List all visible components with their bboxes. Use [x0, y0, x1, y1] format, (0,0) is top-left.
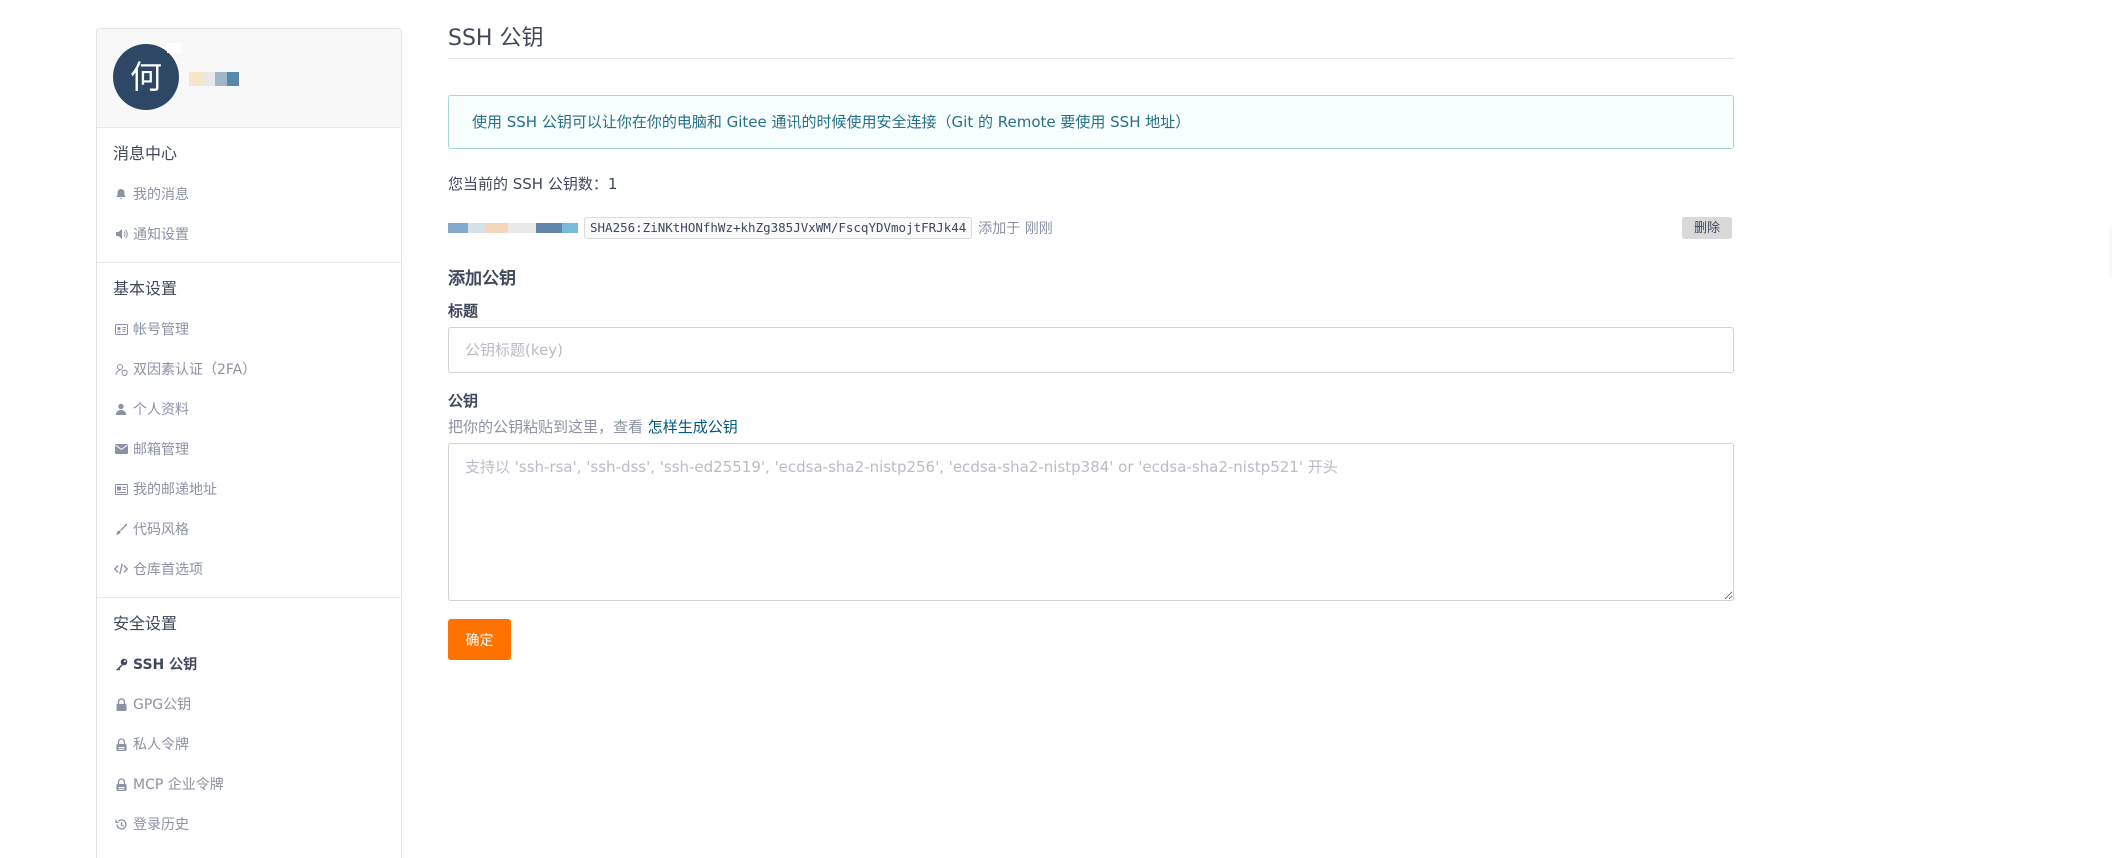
brush-icon: [113, 521, 129, 537]
sidebar-item[interactable]: 私人令牌: [97, 724, 401, 764]
sidebar-section: 消息中心我的消息通知设置: [97, 128, 401, 263]
main-content: SSH 公钥 使用 SSH 公钥可以让你在你的电脑和 Gitee 通讯的时候使用…: [448, 0, 1734, 660]
bell-icon: [113, 186, 129, 202]
ssh-key-row: SHA256:ZiNKtHONfhWz+khZg385JVxWM/FscqYDV…: [448, 215, 1734, 241]
key-title-input[interactable]: [448, 327, 1734, 373]
sidebar-item-label: SSH 公钥: [133, 657, 198, 673]
code-icon: [113, 561, 129, 577]
settings-sidebar: 何 消息中心我的消息通知设置基本设置帐号管理双因素认证（2FA） 个人资料邮箱管理…: [96, 28, 402, 858]
redaction-swatch: [536, 223, 562, 233]
redaction-swatch: [215, 72, 227, 86]
sidebar-item[interactable]: SSH 公钥: [97, 644, 401, 684]
redaction-swatch: [468, 223, 486, 233]
sidebar-item[interactable]: 通知设置: [97, 214, 401, 254]
how-to-generate-key-link[interactable]: 怎样生成公钥: [648, 418, 738, 436]
redaction-swatch: [448, 223, 468, 233]
sidebar-section: 基本设置帐号管理双因素认证（2FA） 个人资料邮箱管理我的邮递地址 代码风格仓库首选…: [97, 263, 401, 598]
redaction-swatch: [508, 223, 536, 233]
redaction-swatch: [562, 223, 578, 233]
public-key-label: 公钥: [448, 392, 479, 410]
sidebar-section: 安全设置 SSH 公钥 GPG公钥私人令牌 MCP 企业令牌 登录历史: [97, 598, 401, 852]
sidebar-item[interactable]: 个人资料: [97, 389, 401, 429]
user-shield-icon: [113, 361, 129, 377]
profile-header: 何: [97, 29, 401, 128]
sidebar-item-label: 双因素认证（2FA）: [133, 362, 257, 378]
sidebar-item[interactable]: 代码风格: [97, 509, 401, 549]
ssh-key-fingerprint: SHA256:ZiNKtHONfhWz+khZg385JVxWM/FscqYDV…: [584, 217, 973, 239]
volume-icon: [113, 226, 129, 242]
ssh-key-added-time: 添加于 刚刚: [978, 221, 1053, 237]
redaction-swatch: [227, 72, 239, 86]
id-card-icon: [113, 321, 129, 337]
avatar-badge: [167, 43, 181, 53]
sidebar-item[interactable]: 我的邮递地址: [97, 469, 401, 509]
sidebar-item-label: 登录历史: [133, 817, 189, 833]
sidebar-item-label: 我的邮递地址: [133, 482, 217, 498]
token-icon: [113, 736, 129, 752]
username[interactable]: [189, 67, 239, 87]
add-key-heading: 添加公钥: [448, 269, 516, 289]
sidebar-section-title: 安全设置: [113, 614, 178, 633]
redaction-swatch: [203, 72, 215, 86]
delete-key-button[interactable]: 删除: [1682, 217, 1732, 239]
sidebar-item-label: 仓库首选项: [133, 562, 203, 578]
sidebar-section-title: 基本设置: [113, 279, 178, 298]
key-count-label: 您当前的 SSH 公钥数：: [448, 175, 608, 193]
sidebar-item[interactable]: 我的消息: [97, 174, 401, 214]
edge-scroll-hint: [2106, 228, 2112, 278]
username-redacted: [189, 69, 239, 87]
sidebar-item[interactable]: GPG公钥: [97, 684, 401, 724]
avatar-letter: 何: [129, 58, 162, 96]
ssh-key-name-redacted: [448, 221, 578, 235]
public-key-textarea[interactable]: [448, 443, 1734, 601]
sidebar-item-label: 帐号管理: [133, 322, 189, 338]
sidebar-item-label: 通知设置: [133, 227, 189, 243]
sidebar-item[interactable]: 邮箱管理: [97, 429, 401, 469]
title-label: 标题: [448, 302, 479, 320]
history-icon: [113, 816, 129, 832]
sidebar-item-label: GPG公钥: [133, 697, 192, 713]
key-count-value: 1: [607, 175, 618, 193]
hint-text: 把你的公钥粘贴到这里，查看: [448, 418, 648, 436]
envelope-icon: [113, 441, 129, 457]
sidebar-section-title: 消息中心: [113, 144, 178, 163]
sidebar-item-label: 私人令牌: [133, 737, 189, 753]
page-title: SSH 公钥: [448, 0, 1734, 59]
key-icon: [113, 656, 129, 672]
sidebar-item-label: 个人资料: [133, 402, 189, 418]
sidebar-item[interactable]: 登录历史: [97, 804, 401, 844]
redaction-swatch: [486, 223, 508, 233]
sidebar-item[interactable]: 仓库首选项: [97, 549, 401, 589]
public-key-hint: 把你的公钥粘贴到这里，查看 怎样生成公钥: [448, 417, 1734, 437]
address-card-icon: [113, 481, 129, 497]
page: 何 消息中心我的消息通知设置基本设置帐号管理双因素认证（2FA） 个人资料邮箱管理…: [0, 0, 2112, 858]
user-icon: [113, 401, 129, 417]
sidebar-item[interactable]: MCP 企业令牌: [97, 764, 401, 804]
token-icon: [113, 776, 129, 792]
sidebar-item-label: 代码风格: [133, 522, 189, 538]
sidebar-sections: 消息中心 我的消息 通知设置 基本设置 帐号管理 双因素认证（2FA） 个人资料 邮箱管理 我的…: [97, 128, 401, 852]
lock-icon: [113, 696, 129, 712]
sidebar-item-label: MCP 企业令牌: [133, 777, 224, 793]
key-count: 您当前的 SSH 公钥数：1: [448, 173, 1734, 195]
sidebar-item-label: 我的消息: [133, 187, 189, 203]
sidebar-item[interactable]: 双因素认证（2FA）: [97, 349, 401, 389]
info-message: 使用 SSH 公钥可以让你在你的电脑和 Gitee 通讯的时候使用安全连接（Gi…: [448, 95, 1734, 149]
avatar[interactable]: 何: [113, 44, 179, 110]
redaction-swatch: [189, 72, 203, 86]
sidebar-item-label: 邮箱管理: [133, 442, 189, 458]
sidebar-item[interactable]: 帐号管理: [97, 309, 401, 349]
confirm-button[interactable]: 确定: [448, 619, 511, 660]
